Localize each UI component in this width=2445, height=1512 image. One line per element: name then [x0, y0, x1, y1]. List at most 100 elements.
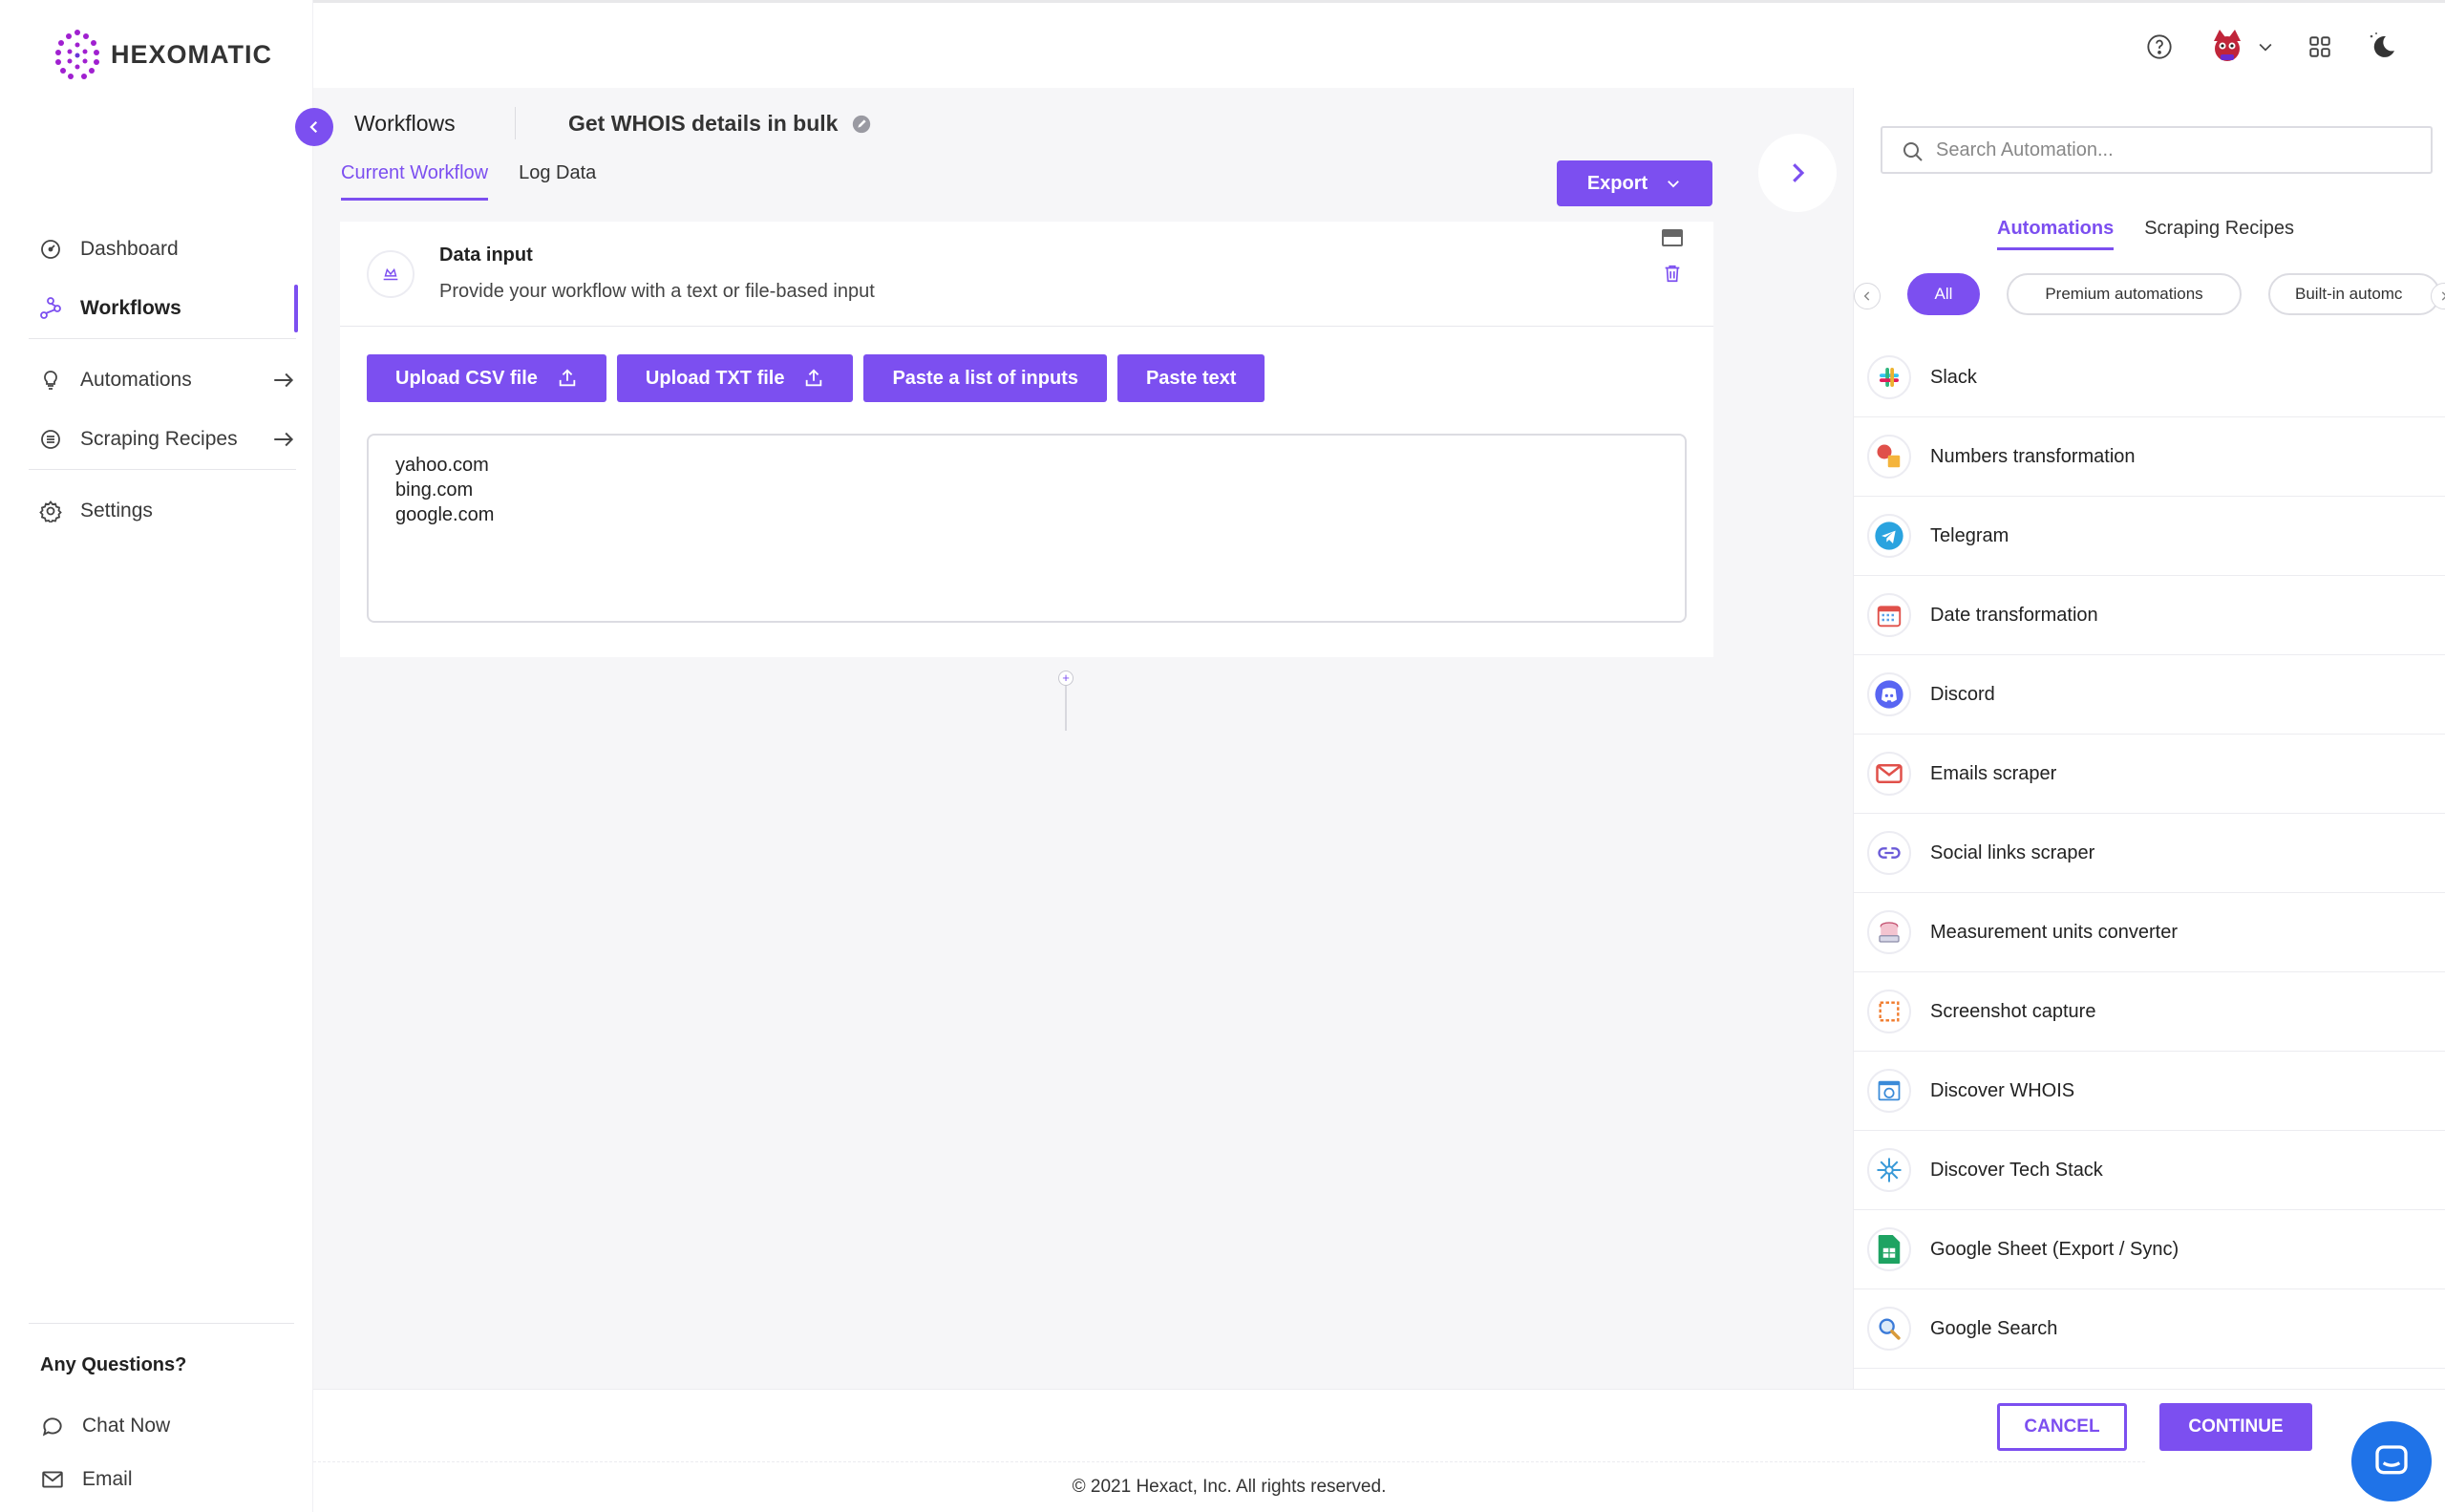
list-item[interactable]: Numbers transformation: [1854, 417, 2445, 497]
sidebar-item-workflows[interactable]: Workflows: [29, 279, 298, 338]
automation-label: Google Search: [1930, 1317, 2058, 1339]
workflow-tabs: Current Workflow Log Data: [341, 162, 596, 201]
cancel-button[interactable]: CANCEL: [1997, 1403, 2127, 1451]
help-section: Any Questions? Chat Now Email: [29, 1323, 294, 1506]
divider: [515, 107, 516, 139]
sidebar-item-scraping-recipes[interactable]: Scraping Recipes: [29, 410, 296, 469]
topbar: [313, 0, 2445, 88]
trash-icon[interactable]: [1662, 262, 1683, 285]
list-item[interactable]: Telegram: [1854, 497, 2445, 576]
automation-label: Social links scraper: [1930, 841, 2095, 863]
upload-txt-label: Upload TXT file: [645, 367, 785, 389]
sidebar-nav: Dashboard Workflows Automations Scraping…: [29, 220, 298, 541]
tech-stack-icon: [1867, 1148, 1911, 1192]
tab-log-data[interactable]: Log Data: [519, 162, 596, 201]
automation-label: Google Sheet (Export / Sync): [1930, 1238, 2179, 1260]
arrow-right-icon: [274, 373, 294, 388]
mail-icon: [42, 1471, 63, 1488]
chip-built-in[interactable]: Built-in automc: [2268, 273, 2440, 315]
edit-icon[interactable]: [851, 114, 872, 135]
chevron-down-icon: [1668, 181, 1680, 188]
telegram-icon: [1867, 514, 1911, 558]
filter-chips: All Premium automations Built-in automc: [1854, 273, 2445, 317]
list-item[interactable]: Discord: [1854, 655, 2445, 735]
search-input[interactable]: Search Automation...: [1881, 126, 2433, 174]
slack-icon: [1867, 355, 1911, 399]
list-item[interactable]: Google Search: [1854, 1289, 2445, 1369]
continue-button[interactable]: CONTINUE: [2159, 1403, 2312, 1451]
chat-widget-button[interactable]: [2351, 1421, 2432, 1501]
tab-current-workflow[interactable]: Current Workflow: [341, 162, 489, 201]
apps-grid-icon[interactable]: [2304, 31, 2336, 63]
chat-now-label: Chat Now: [82, 1415, 171, 1437]
chip-premium[interactable]: Premium automations: [2007, 273, 2242, 315]
panel-tabs: Automations Scraping Recipes: [1997, 218, 2294, 250]
automation-label: Discover Tech Stack: [1930, 1159, 2103, 1181]
sidebar-item-label: Scraping Recipes: [80, 428, 238, 450]
list-item[interactable]: Measurement units converter: [1854, 893, 2445, 972]
arrow-right-icon: [274, 432, 294, 447]
tab-automations[interactable]: Automations: [1997, 218, 2115, 250]
add-step-icon[interactable]: +: [1058, 671, 1074, 686]
sidebar-item-dashboard[interactable]: Dashboard: [29, 220, 296, 279]
list-item[interactable]: Discover WHOIS: [1854, 1052, 2445, 1131]
upload-icon: [806, 369, 822, 387]
chat-now-link[interactable]: Chat Now: [29, 1399, 294, 1453]
automations-panel: Search Automation... Automations Scrapin…: [1853, 88, 2445, 1389]
list-item[interactable]: Emails scraper: [1854, 735, 2445, 814]
paste-text-label: Paste text: [1145, 367, 1237, 389]
list-item[interactable]: Social links scraper: [1854, 814, 2445, 893]
collapse-sidebar-button[interactable]: [295, 108, 333, 146]
card-header: Data input Provide your workflow with a …: [340, 222, 1713, 327]
sidebar-item-settings[interactable]: Settings: [29, 481, 296, 541]
list-item[interactable]: Slack: [1854, 338, 2445, 417]
workflow-name: Get WHOIS details in bulk: [568, 111, 839, 136]
upload-txt-button[interactable]: Upload TXT file: [616, 354, 854, 402]
chevron-right-icon: [2441, 291, 2445, 301]
automation-label: Numbers transformation: [1930, 445, 2136, 467]
breadcrumb[interactable]: Workflows: [354, 111, 456, 137]
email-icon: [1867, 752, 1911, 796]
discord-icon: [1867, 672, 1911, 716]
list-item[interactable]: Discover Tech Stack: [1854, 1131, 2445, 1210]
list-item[interactable]: Screenshot capture: [1854, 972, 2445, 1052]
automation-label: Discover WHOIS: [1930, 1079, 2075, 1101]
google-sheet-icon: [1867, 1227, 1911, 1271]
logo[interactable]: HEXOMATIC: [53, 29, 272, 80]
sidebar-item-label: Dashboard: [80, 238, 179, 260]
tab-scraping-recipes[interactable]: Scraping Recipes: [2144, 218, 2294, 250]
topbar-icons: [2143, 24, 2397, 70]
export-label: Export: [1586, 172, 1648, 194]
chip-all[interactable]: All: [1907, 273, 1980, 315]
list-item[interactable]: Google Sheet (Export / Sync): [1854, 1210, 2445, 1289]
minimize-icon[interactable]: [1662, 229, 1683, 246]
upload-csv-label: Upload CSV file: [395, 367, 538, 389]
paste-text-button[interactable]: Paste text: [1116, 354, 1265, 402]
automation-label: Date transformation: [1930, 604, 2098, 626]
export-button[interactable]: Export: [1557, 160, 1712, 206]
footer: © 2021 Hexact, Inc. All rights reserved.: [313, 1461, 2145, 1512]
sidebar-item-automations[interactable]: Automations: [29, 351, 296, 410]
input-textarea[interactable]: yahoo.com bing.com google.com: [367, 434, 1687, 623]
chat-icon: [42, 1417, 62, 1437]
next-step-button[interactable]: [1758, 134, 1837, 212]
input-buttons: Upload CSV file Upload TXT file Paste a …: [367, 354, 1265, 402]
chips-prev-button[interactable]: [1854, 283, 1881, 309]
sidebar-item-label: Automations: [80, 369, 192, 391]
paste-list-button[interactable]: Paste a list of inputs: [863, 354, 1107, 402]
card-title: Data input: [439, 245, 533, 266]
help-icon[interactable]: [2143, 31, 2176, 63]
user-menu[interactable]: [2204, 24, 2275, 70]
dark-mode-icon[interactable]: [2365, 31, 2397, 63]
gear-icon: [38, 499, 63, 523]
list-icon: [38, 427, 63, 452]
list-item[interactable]: Date transformation: [1854, 576, 2445, 655]
sidebar-item-label: Workflows: [80, 297, 181, 319]
automation-label: Emails scraper: [1930, 762, 2057, 784]
numbers-icon: [1867, 435, 1911, 479]
chevron-left-icon: [309, 120, 318, 134]
chevron-down-icon: [2259, 43, 2272, 52]
automation-label: Slack: [1930, 366, 1977, 388]
email-link[interactable]: Email: [29, 1453, 294, 1506]
upload-csv-button[interactable]: Upload CSV file: [367, 354, 606, 402]
